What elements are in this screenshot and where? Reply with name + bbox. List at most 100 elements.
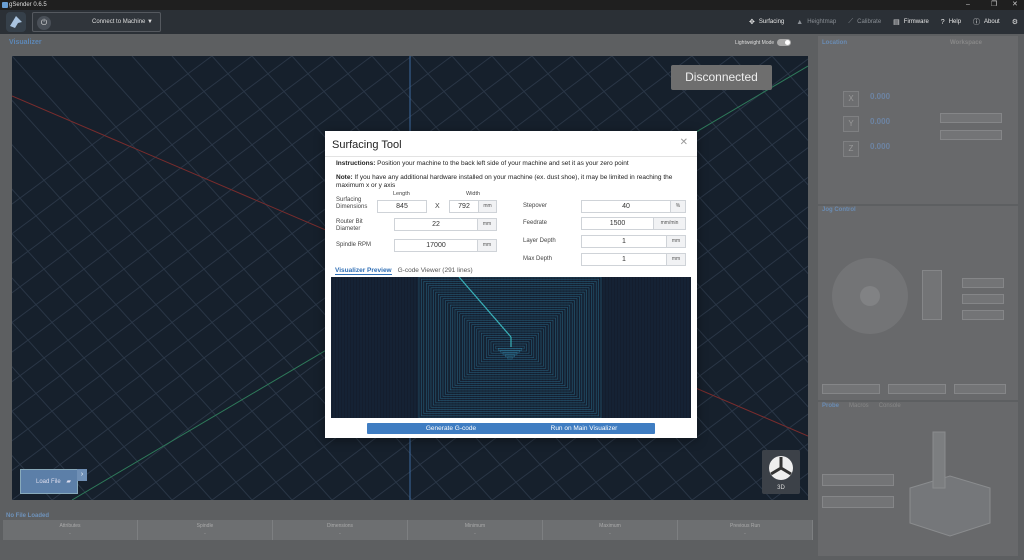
file-info-label: Spindle [196, 523, 214, 529]
load-file-menu-arrow-icon[interactable]: › [77, 469, 87, 481]
max-depth-label: Max Depth [523, 256, 553, 262]
lightweight-mode-toggle[interactable]: Lightweight Mode [735, 39, 792, 46]
tab-macros[interactable]: Macros [849, 403, 869, 409]
lightweight-mode-label: Lightweight Mode [735, 39, 775, 46]
file-info-label: Previous Run [729, 523, 760, 529]
probe-tabs: Probe Macros Console [822, 403, 901, 409]
surfacing-icon: ✥ [749, 19, 755, 26]
toggle-switch[interactable] [777, 39, 792, 46]
zero-all-button[interactable] [940, 113, 1002, 123]
nav-link-settings[interactable]: ⚙ [1012, 18, 1018, 26]
nav-link-help[interactable]: ? Help [941, 19, 961, 26]
router-bit-input[interactable]: 22 [394, 218, 478, 231]
load-file-label: Load File [36, 479, 61, 485]
length-label: Length [393, 191, 410, 197]
nav-link-label: About [984, 19, 1000, 25]
file-info-value: - [69, 531, 71, 537]
run-on-main-visualizer-button[interactable]: Run on Main Visualizer [513, 423, 655, 434]
jog-control-title: Jog Control [822, 207, 856, 213]
tab-console[interactable]: Console [879, 403, 901, 409]
window-titlebar: gSender 0.6.5 – ❐ ✕ [0, 0, 1024, 10]
surfacing-preview[interactable] [331, 277, 691, 418]
file-info-value: - [339, 531, 341, 537]
max-depth-input[interactable]: 1 [581, 253, 667, 266]
jog-stop-icon[interactable] [860, 286, 880, 306]
instructions-text: Instructions: Position your machine to t… [336, 160, 686, 168]
probe-button[interactable] [822, 496, 894, 508]
axis-x-zero-button[interactable]: X [843, 91, 859, 107]
file-attributes-bar: Attributes - Spindle - Dimensions - Minimum - Ma… [3, 520, 813, 540]
feedrate-step-input[interactable] [954, 384, 1006, 394]
nav-link-firmware[interactable]: ▤ Firmware [893, 18, 929, 26]
tab-visualizer-preview[interactable]: Visualizer Preview [335, 267, 392, 275]
app-small-icon [2, 2, 8, 8]
jog-z-buttons[interactable] [922, 270, 942, 320]
feedrate-input[interactable]: 1500 [581, 217, 654, 230]
axis-y-zero-button[interactable]: Y [843, 116, 859, 132]
calibrate-icon: ⟋ [848, 18, 854, 25]
jog-speed-rapid[interactable] [962, 278, 1004, 288]
file-info-column: Previous Run - [678, 520, 813, 540]
nav-link-label: Surfacing [758, 19, 785, 25]
connect-machine-dropdown[interactable]: ⏻ Connect to Machine ▼ [32, 12, 161, 32]
z-step-input[interactable] [888, 384, 946, 394]
probe-select[interactable] [822, 474, 894, 486]
feedrate-unit: mm/min [654, 217, 686, 230]
tab-gcode-viewer[interactable]: G-code Viewer (291 lines) [398, 267, 473, 275]
layer-depth-input[interactable]: 1 [581, 235, 667, 248]
surfacing-tool-modal: Surfacing Tool ✕ Instructions: Position … [325, 131, 697, 438]
nav-link-heightmap[interactable]: ▲ Heightmap [796, 19, 836, 26]
workspace-label: Workspace [950, 40, 982, 46]
folder-icon: ▰ [66, 479, 71, 485]
modal-divider [325, 156, 697, 157]
xy-step-input[interactable] [822, 384, 880, 394]
stepover-label: Stepover [523, 203, 548, 209]
connection-status-badge: Disconnected [671, 65, 772, 90]
max-depth-unit: mm [667, 253, 686, 266]
layer-depth-unit: mm [667, 235, 686, 248]
instructions-label: Instructions: [336, 160, 376, 167]
view-3d-label: 3D [777, 485, 785, 491]
file-info-column: Dimensions - [273, 520, 408, 540]
stepover-input[interactable]: 40 [581, 200, 671, 213]
width-input[interactable]: 792 [449, 200, 479, 213]
nav-link-surfacing[interactable]: ✥ Surfacing [749, 18, 784, 26]
load-file-button[interactable]: Load File ▰ [20, 469, 78, 494]
file-info-label: Dimensions [326, 523, 354, 529]
location-title: Location [822, 40, 847, 46]
file-info-label: Attributes [59, 523, 81, 529]
minimize-icon[interactable]: – [966, 0, 970, 10]
spindle-rpm-label: Spindle RPM [336, 242, 372, 248]
nav-link-about[interactable]: ⓘ About [973, 17, 1000, 27]
nav-link-label: Heightmap [807, 19, 837, 25]
width-label: Width [466, 191, 481, 197]
window-title: gSender 0.6.5 [9, 2, 47, 8]
view-3d-button[interactable]: 3D [762, 450, 800, 494]
nav-link-calibrate[interactable]: ⟋ Calibrate [848, 18, 881, 26]
nav-link-label: Help [948, 19, 962, 25]
spindle-rpm-input[interactable]: 17000 [394, 239, 478, 252]
tab-probe[interactable]: Probe [822, 403, 839, 409]
nav-links: ✥ Surfacing ▲ Heightmap ⟋ Calibrate ▤ Firmware?… [749, 10, 1018, 34]
close-icon[interactable]: ✕ [680, 137, 688, 148]
surfacing-toolpath [331, 277, 689, 418]
maximize-icon[interactable]: ❐ [991, 0, 997, 10]
jog-speed-normal[interactable] [962, 294, 1004, 304]
connect-label: Connect to Machine ▼ [92, 19, 153, 25]
axis-z-value: 0.000 [870, 142, 891, 151]
visualizer-title: Visualizer [9, 39, 42, 46]
go-xy-zero-button[interactable] [940, 130, 1002, 140]
file-info-label: Maximum [599, 523, 621, 529]
jog-speed-precise[interactable] [962, 310, 1004, 320]
close-window-icon[interactable]: ✕ [1012, 0, 1018, 10]
axis-x-value: 0.000 [870, 92, 891, 101]
file-info-value: - [609, 531, 611, 537]
dimension-separator: X [435, 203, 440, 210]
axis-y-value: 0.000 [870, 117, 891, 126]
length-input[interactable]: 845 [377, 200, 427, 213]
generate-gcode-button[interactable]: Generate G-code [367, 423, 535, 434]
file-info-column: Attributes - [3, 520, 138, 540]
file-info-column: Spindle - [138, 520, 273, 540]
help-icon: ? [940, 18, 945, 26]
axis-z-zero-button[interactable]: Z [843, 141, 859, 157]
